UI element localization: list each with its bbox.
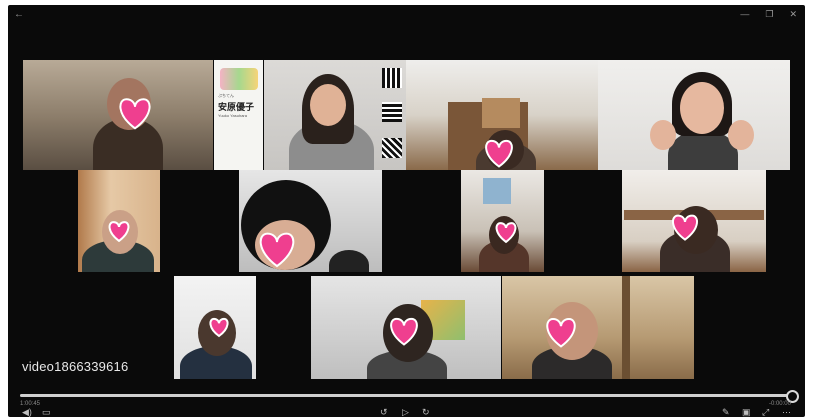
- more-icon[interactable]: ⋯: [782, 407, 791, 418]
- close-icon[interactable]: ✕: [789, 9, 797, 20]
- qr-code: [382, 102, 402, 122]
- participant-tile: [461, 170, 544, 272]
- participant-tile: [406, 60, 598, 170]
- name-card-en-name: Yuuko Yasuhara: [218, 113, 247, 118]
- seek-bar-fill: [20, 394, 792, 397]
- participant-tile: [174, 276, 256, 379]
- skip-back-icon[interactable]: ↺: [380, 407, 388, 418]
- minimize-icon[interactable]: —: [740, 9, 749, 20]
- participant-tile: [311, 276, 501, 379]
- qr-code: [382, 68, 402, 88]
- participant-tile: [622, 170, 766, 272]
- participant-tile: [264, 60, 408, 170]
- control-bar: ◀) ▭ ↺ ▷ ↻ ✎ ▣ ⤢ ⋯: [8, 407, 805, 417]
- participant-tile: [239, 170, 382, 272]
- edit-icon[interactable]: ✎: [722, 407, 730, 418]
- name-card-small-text: ぷちてん: [218, 93, 235, 98]
- video-label: video1866339616: [22, 359, 129, 374]
- window-controls: — ❐ ✕: [740, 9, 797, 20]
- subtitles-icon[interactable]: ▭: [42, 407, 51, 418]
- seek-bar[interactable]: [20, 390, 799, 403]
- name-card-jp-name: 安原優子: [218, 103, 255, 113]
- name-card-logo: [220, 68, 258, 90]
- volume-icon[interactable]: ◀): [22, 407, 32, 418]
- restore-icon[interactable]: ❐: [765, 9, 773, 20]
- back-arrow-icon[interactable]: ←: [14, 9, 24, 20]
- play-icon[interactable]: ▷: [402, 407, 409, 418]
- participant-tile: [78, 170, 160, 272]
- participant-tile: [598, 60, 790, 170]
- fullscreen-icon[interactable]: ⤢: [762, 407, 769, 418]
- title-bar: ← — ❐ ✕: [8, 5, 805, 27]
- video-player[interactable]: ← — ❐ ✕ ぷちてん 安原優子 Yuuko Yasuhara video18…: [8, 5, 805, 417]
- skip-forward-icon[interactable]: ↻: [422, 407, 430, 418]
- cast-icon[interactable]: ▣: [742, 407, 751, 418]
- participant-tile: [502, 276, 694, 379]
- qr-code: [382, 138, 402, 158]
- name-card-tile: ぷちてん 安原優子 Yuuko Yasuhara: [214, 60, 263, 170]
- wall-poster: [483, 178, 511, 204]
- participant-tile: [23, 60, 213, 170]
